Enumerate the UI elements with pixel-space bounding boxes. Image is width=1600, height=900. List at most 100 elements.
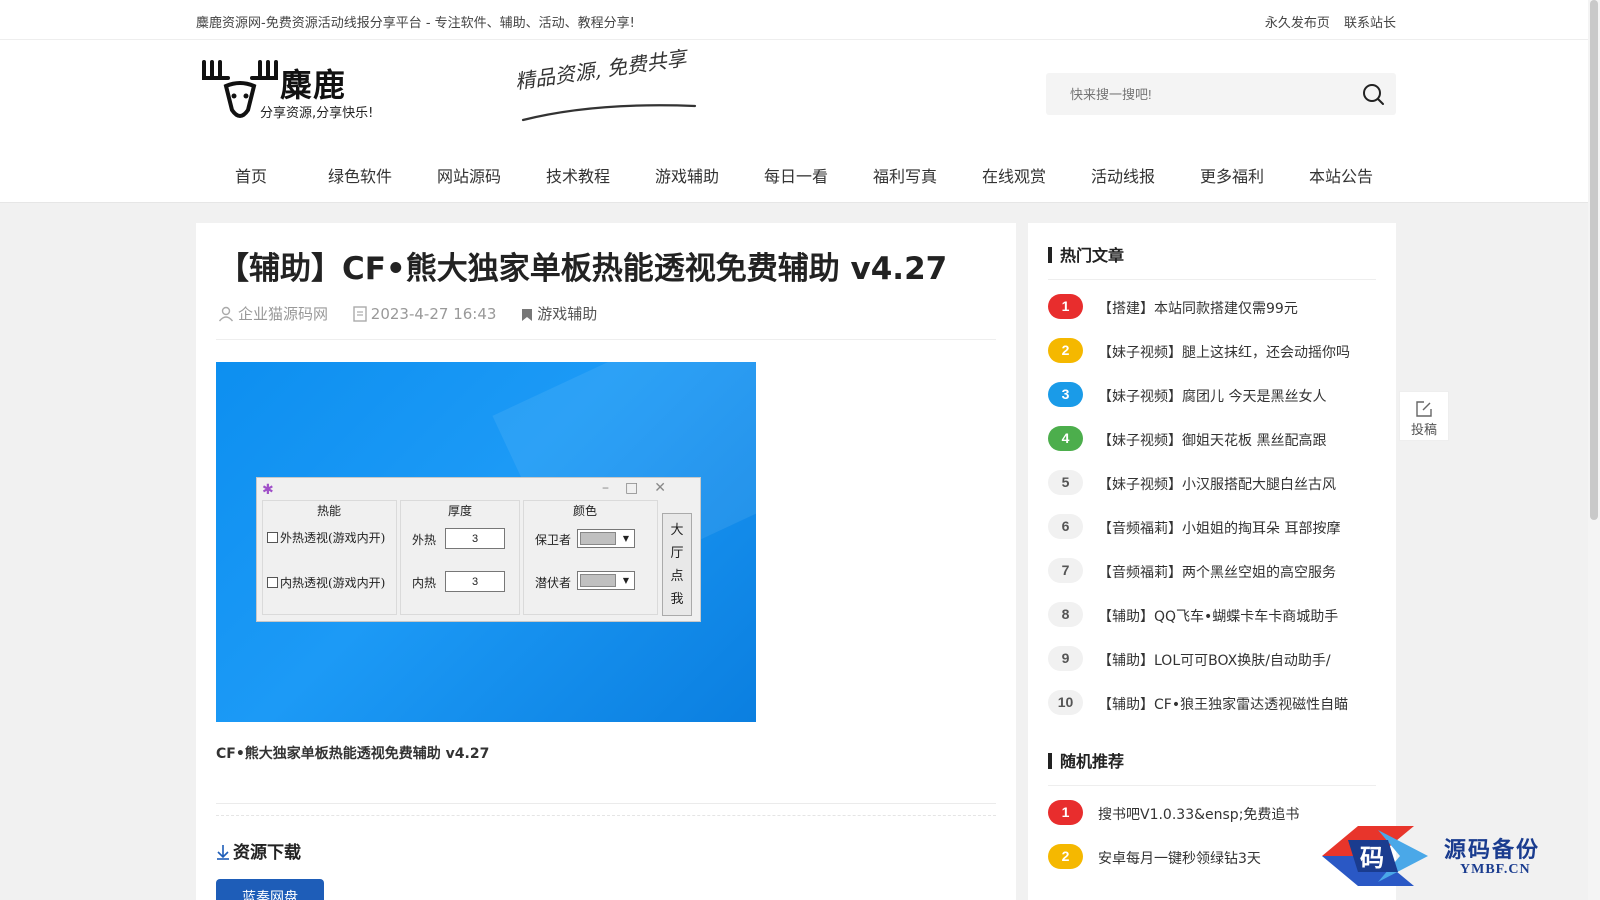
- search-box: [1046, 73, 1396, 115]
- rank-badge: 4: [1048, 426, 1083, 451]
- hot-article-item[interactable]: 2 【妹子视频】腿上这抹红，还会动摇你吗: [1048, 338, 1378, 364]
- scrollbar-thumb[interactable]: [1590, 0, 1598, 520]
- header-calligraphy: 精品资源, 免费共享: [505, 46, 715, 130]
- hot-article-item[interactable]: 10 【辅助】CF•狼王独家雷达透视磁性自瞄: [1048, 690, 1378, 716]
- nav-photos[interactable]: 福利写真: [850, 152, 960, 202]
- rank-badge: 6: [1048, 514, 1083, 539]
- outer-thermal-checkbox[interactable]: 外热透视(游戏内开): [267, 529, 385, 546]
- guard-label: 保卫者: [535, 533, 572, 547]
- window-controls: –□✕: [602, 480, 682, 496]
- article-title: 【辅助】CF•熊大独家单板热能透视免费辅助 v4.27: [218, 251, 948, 287]
- rank-badge: 3: [1048, 382, 1083, 407]
- rank-badge: 2: [1048, 844, 1083, 869]
- cheat-tool-window: ✱ –□✕ 热能 厚度 颜色 外热透视(游戏内开) 内热透视(游戏内开) 外热 …: [256, 477, 701, 622]
- hot-article-item[interactable]: 8 【辅助】QQ飞车•蝴蝶卡车卡商城助手: [1048, 602, 1378, 628]
- brand-name: 麋鹿: [280, 66, 347, 104]
- col-head-thickness: 厚度: [448, 504, 473, 518]
- brush-stroke-icon: [521, 104, 697, 122]
- lurker-label: 潜伏者: [535, 576, 572, 590]
- submit-post-button[interactable]: 投稿: [1399, 391, 1449, 441]
- lobby-button[interactable]: 大 厅 点 我: [662, 513, 692, 616]
- meta-divider: [216, 339, 996, 340]
- hot-article-item[interactable]: 1 【搭建】本站同款搭建仅需99元: [1048, 294, 1378, 320]
- meta-date: 2023-4-27 16:43: [353, 304, 497, 323]
- watermark-logo-icon: 码: [1322, 826, 1428, 886]
- nav-green-software[interactable]: 绿色软件: [305, 152, 415, 202]
- content-divider: [216, 803, 996, 804]
- random-recommend-title: 随机推荐: [1048, 748, 1124, 772]
- site-notice: 麋鹿资源网-免费资源活动线报分享平台 - 专注软件、辅助、活动、教程分享!: [196, 16, 635, 31]
- site-logo[interactable]: 麋鹿 分享资源,分享快乐!: [200, 58, 390, 128]
- hot-article-item[interactable]: 9 【辅助】LOL可可BOX换肤/自动助手/: [1048, 646, 1378, 672]
- download-section-title: 资源下载: [216, 838, 301, 863]
- site-header: 麋鹿 分享资源,分享快乐! 精品资源, 免费共享 首页 绿色软件 网站源码 技术…: [0, 40, 1600, 203]
- bookmark-icon: [522, 309, 533, 321]
- rank-badge: 10: [1048, 690, 1083, 715]
- brand-slogan: 分享资源,分享快乐!: [260, 106, 374, 121]
- search-button[interactable]: [1360, 81, 1386, 107]
- permanent-page-link[interactable]: 永久发布页: [1265, 16, 1330, 31]
- calendar-icon: [353, 305, 367, 322]
- page-scrollbar[interactable]: [1588, 0, 1600, 900]
- rank-badge: 7: [1048, 558, 1083, 583]
- rank-badge: 9: [1048, 646, 1083, 671]
- watermark-domain: YMBF.CN: [1460, 862, 1531, 877]
- edit-icon: [1416, 401, 1432, 417]
- article-link-text: 【辅助】QQ飞车•蝴蝶卡车卡商城助手: [1098, 609, 1339, 625]
- rank-badge: 8: [1048, 602, 1083, 627]
- nav-home[interactable]: 首页: [196, 152, 306, 202]
- inner-label: 内热: [412, 576, 437, 590]
- hot-articles-title: 热门文章: [1048, 242, 1124, 266]
- inner-thickness-input[interactable]: 3: [445, 571, 505, 592]
- article-panel: 【辅助】CF•熊大独家单板热能透视免费辅助 v4.27 企业猫源码网 2023-…: [196, 223, 1016, 900]
- search-icon: [1363, 84, 1384, 105]
- article-link-text: 【妹子视频】小汉服搭配大腿白丝古风: [1098, 477, 1336, 493]
- top-bar: 麋鹿资源网-免费资源活动线报分享平台 - 专注软件、辅助、活动、教程分享! 永久…: [0, 0, 1600, 40]
- outer-thickness-input[interactable]: 3: [445, 528, 505, 549]
- hot-article-item[interactable]: 6 【音频福莉】小姐姐的掏耳朵 耳部按摩: [1048, 514, 1378, 540]
- nav-announcement[interactable]: 本站公告: [1286, 152, 1396, 202]
- hot-article-item[interactable]: 4 【妹子视频】御姐天花板 黑丝配高跟: [1048, 426, 1378, 452]
- hot-article-item[interactable]: 5 【妹子视频】小汉服搭配大腿白丝古风: [1048, 470, 1378, 496]
- lurker-color-select[interactable]: ▼: [577, 571, 635, 590]
- inner-thermal-checkbox[interactable]: 内热透视(游戏内开): [267, 574, 385, 591]
- user-icon: [218, 306, 234, 322]
- nav-activity[interactable]: 活动线报: [1068, 152, 1178, 202]
- category-link: 游戏辅助: [537, 305, 598, 323]
- rank-badge: 1: [1048, 294, 1083, 319]
- article-link-text: 【辅助】CF•狼王独家雷达透视磁性自瞄: [1098, 697, 1349, 713]
- article-caption: CF•熊大独家单板热能透视免费辅助 v4.27: [216, 746, 490, 762]
- publish-date: 2023-4-27 16:43: [370, 304, 497, 323]
- nav-site-source[interactable]: 网站源码: [414, 152, 524, 202]
- bluetooth-icon: ✱: [262, 482, 274, 498]
- rank-badge: 5: [1048, 470, 1083, 495]
- meta-category[interactable]: 游戏辅助: [521, 303, 597, 324]
- meta-author: 企业猫源码网: [218, 303, 328, 324]
- submit-post-label: 投稿: [1410, 423, 1437, 438]
- nav-more[interactable]: 更多福利: [1177, 152, 1287, 202]
- hot-article-item[interactable]: 7 【音频福莉】两个黑丝空姐的高空服务: [1048, 558, 1378, 584]
- search-input[interactable]: [1046, 73, 1346, 115]
- nav-daily[interactable]: 每日一看: [741, 152, 851, 202]
- main-nav: 首页 绿色软件 网站源码 技术教程 游戏辅助 每日一看 福利写真 在线观赏 活动…: [196, 152, 1396, 202]
- hot-article-item[interactable]: 3 【妹子视频】腐团儿 今天是黑丝女人: [1048, 382, 1378, 408]
- sidebar: 热门文章 1 【搭建】本站同款搭建仅需99元 2 【妹子视频】腿上这抹红，还会动摇你吗…: [1028, 223, 1396, 900]
- article-link-text: 【妹子视频】腐团儿 今天是黑丝女人: [1098, 389, 1327, 405]
- nav-tutorials[interactable]: 技术教程: [523, 152, 633, 202]
- col-head-thermal: 热能: [317, 504, 342, 518]
- contact-admin-link[interactable]: 联系站长: [1344, 16, 1396, 31]
- article-link-text: 【搭建】本站同款搭建仅需99元: [1098, 301, 1298, 317]
- download-icon: [217, 845, 229, 860]
- article-link-text: 【音频福莉】两个黑丝空姐的高空服务: [1098, 565, 1336, 581]
- nav-game-assist[interactable]: 游戏辅助: [632, 152, 742, 202]
- svg-text:码: 码: [1360, 844, 1384, 872]
- nav-online-watch[interactable]: 在线观赏: [959, 152, 1069, 202]
- outer-label: 外热: [412, 533, 437, 547]
- guard-color-select[interactable]: ▼: [577, 529, 635, 548]
- article-link-text: 【音频福莉】小姐姐的掏耳朵 耳部按摩: [1098, 521, 1341, 537]
- watermark-text: 源码备份: [1444, 837, 1541, 863]
- rank-badge: 2: [1048, 338, 1083, 363]
- ymbf-watermark: 码 源码备份 YMBF.CN: [1318, 820, 1600, 892]
- lanzou-download-button[interactable]: 蓝奏网盘: [216, 879, 324, 900]
- article-link-text: 【妹子视频】御姐天花板 黑丝配高跟: [1098, 433, 1327, 449]
